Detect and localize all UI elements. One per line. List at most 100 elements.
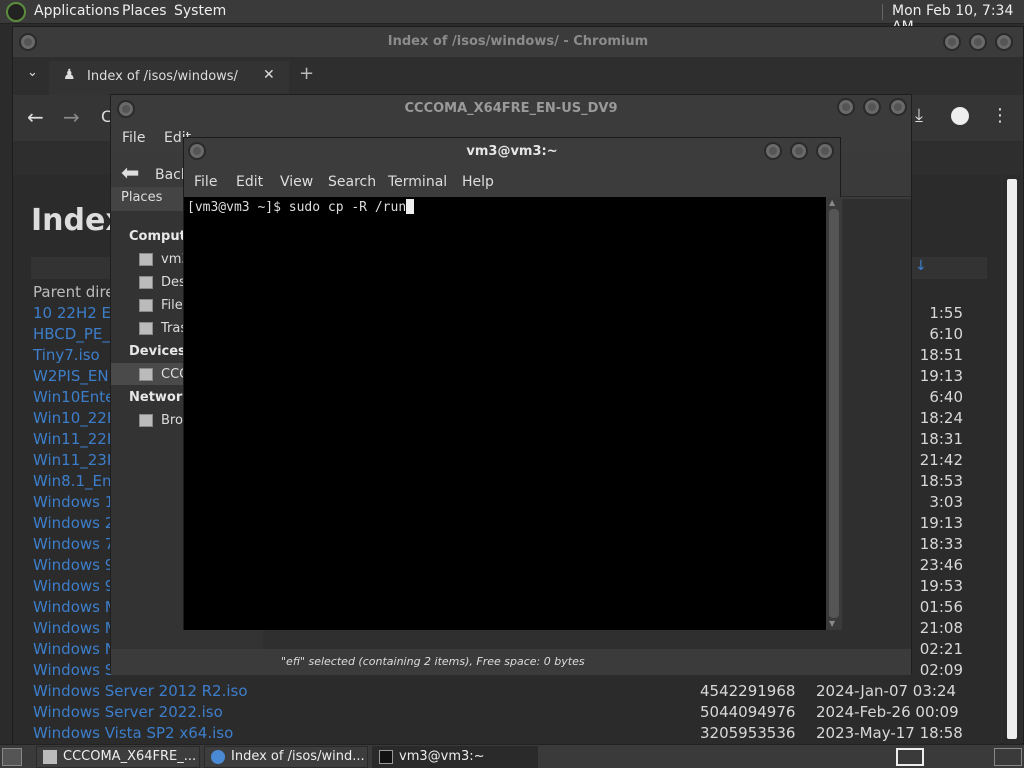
file-link[interactable]: Windows N (33, 640, 116, 658)
menu-view[interactable]: View (280, 174, 313, 190)
window-title: vm3@vm3:~ (466, 144, 558, 159)
terminal-output[interactable]: [vm3@vm3 ~]$ sudo cp -R /run (184, 197, 826, 630)
window-menu-icon[interactable] (19, 33, 37, 51)
file-date: 1:55 (929, 304, 963, 322)
file-link[interactable]: Windows 7 (33, 535, 114, 553)
new-tab-icon[interactable]: + (299, 63, 314, 84)
download-icon[interactable]: ⤓ (915, 105, 923, 126)
file-date: 21:08 (919, 619, 963, 637)
tab-close-icon[interactable]: ✕ (263, 67, 275, 83)
applications-menu[interactable]: Applications (34, 3, 120, 19)
file-link[interactable]: W2PIS_EN. (33, 367, 113, 385)
tab-index-windows[interactable]: ♟ Index of /isos/windows/ ✕ (49, 61, 289, 95)
terminal-window: vm3@vm3:~ File Edit View Search Terminal… (183, 137, 842, 630)
file-date: 6:40 (929, 388, 963, 406)
desktop-icon (139, 276, 153, 289)
menu-edit[interactable]: Edit (236, 174, 263, 190)
file-date: 6:10 (929, 325, 963, 343)
file-link[interactable]: Windows 9 (33, 556, 114, 574)
file-link[interactable]: Windows 1( (33, 493, 120, 511)
file-date: 23:46 (919, 556, 963, 574)
close-button[interactable] (995, 33, 1013, 51)
file-link[interactable]: Windows Vista SP2 x64.iso (33, 724, 233, 742)
file-link[interactable]: Windows Server 2022.iso (33, 703, 223, 721)
task-chromium[interactable]: Index of /isos/wind... (204, 746, 368, 768)
tab-list-chevron-icon[interactable]: ⌄ (27, 65, 38, 80)
file-link[interactable]: Windows S (33, 661, 114, 679)
prompt-text: [vm3@vm3 ~]$ sudo cp -R /run (187, 200, 407, 215)
places-dropdown-label: Places (121, 190, 163, 205)
favicon-icon: ♟ (63, 67, 76, 83)
panel-separator (882, 4, 883, 20)
maximize-button[interactable] (863, 98, 881, 116)
maximize-button[interactable] (969, 33, 987, 51)
minimize-button[interactable] (943, 33, 961, 51)
file-link[interactable]: Tiny7.iso (33, 346, 100, 364)
places-menu[interactable]: Places (122, 3, 167, 19)
file-date: 2024-Jan-07 03:24 (816, 682, 957, 700)
forward-arrow-icon[interactable]: → (63, 105, 80, 129)
sort-arrow-icon[interactable]: ↓ (915, 258, 927, 274)
file-link[interactable]: Windows 9 (33, 577, 114, 595)
file-link[interactable]: Win11_23H (33, 451, 118, 469)
home-folder-icon (139, 253, 153, 266)
terminal-scrollbar[interactable]: ▲ ▼ (826, 197, 842, 630)
system-menu[interactable]: System (174, 3, 226, 19)
minimize-button[interactable] (764, 142, 782, 160)
profile-avatar-icon[interactable] (951, 107, 969, 125)
tab-title: Index of /isos/windows/ (87, 69, 238, 84)
file-link[interactable]: Windows M (33, 598, 118, 616)
page-scrollbar[interactable] (1003, 175, 1021, 745)
file-date: 02:09 (919, 661, 963, 679)
file-link[interactable]: Windows 2 (33, 514, 114, 532)
drive-icon (139, 299, 153, 312)
show-desktop-icon[interactable] (2, 748, 22, 766)
prompt-line: [vm3@vm3 ~]$ sudo cp -R /run (187, 199, 415, 215)
workspace-1[interactable] (896, 748, 924, 766)
file-link[interactable]: Win8.1_Eng (33, 472, 121, 490)
distro-logo-icon[interactable] (6, 2, 26, 22)
menu-search[interactable]: Search (328, 174, 376, 190)
file-link[interactable]: Win10Ente (33, 388, 114, 406)
task-file-manager[interactable]: CCCOMA_X64FRE_... (36, 746, 200, 768)
top-panel: Applications Places System Mon Feb 10, 7… (0, 0, 1024, 35)
kebab-menu-icon[interactable]: ⋮ (991, 105, 1009, 126)
minimize-button[interactable] (837, 98, 855, 116)
maximize-button[interactable] (790, 142, 808, 160)
scroll-up-icon[interactable]: ▲ (829, 198, 835, 207)
menu-help[interactable]: Help (462, 174, 494, 190)
chromium-icon (211, 750, 225, 764)
terminal-icon (379, 750, 393, 764)
window-menu-icon[interactable] (188, 142, 206, 160)
parent-directory-link[interactable]: Parent dire (33, 283, 115, 301)
close-button[interactable] (889, 98, 907, 116)
task-terminal[interactable]: vm3@vm3:~ (372, 746, 538, 768)
file-date: 18:51 (919, 346, 963, 364)
scrollbar-thumb[interactable] (829, 209, 839, 618)
window-title: Index of /isos/windows/ - Chromium (13, 27, 1023, 57)
file-date: 19:53 (919, 577, 963, 595)
disc-icon (43, 750, 57, 764)
scroll-down-icon[interactable]: ▼ (829, 619, 835, 628)
file-size: 3205953536 (700, 724, 796, 742)
workspace-2[interactable] (994, 748, 1022, 766)
menu-file[interactable]: File (122, 130, 145, 146)
file-link[interactable]: Win10_22H (33, 409, 118, 427)
back-arrow-icon[interactable]: ← (27, 105, 44, 129)
scrollbar-thumb[interactable] (1007, 179, 1017, 739)
window-menu-icon[interactable] (117, 100, 135, 118)
menu-terminal[interactable]: Terminal (388, 174, 447, 190)
tab-bar: ⌄ ♟ Index of /isos/windows/ ✕ + (13, 57, 1023, 95)
back-icon[interactable]: ⬅ (121, 161, 139, 186)
file-link[interactable]: Win11_22H (33, 430, 118, 448)
menu-file[interactable]: File (194, 174, 217, 190)
file-link[interactable]: Windows Server 2012 R2.iso (33, 682, 248, 700)
file-link[interactable]: Windows M (33, 619, 118, 637)
file-link[interactable]: 10 22H2 En (33, 304, 121, 322)
file-date: 18:33 (919, 535, 963, 553)
taskbar: CCCOMA_X64FRE_... Index of /isos/wind...… (0, 744, 1024, 768)
file-date: 18:24 (919, 409, 963, 427)
trash-icon (139, 322, 153, 335)
close-button[interactable] (816, 142, 834, 160)
file-link[interactable]: HBCD_PE_ (33, 325, 110, 343)
